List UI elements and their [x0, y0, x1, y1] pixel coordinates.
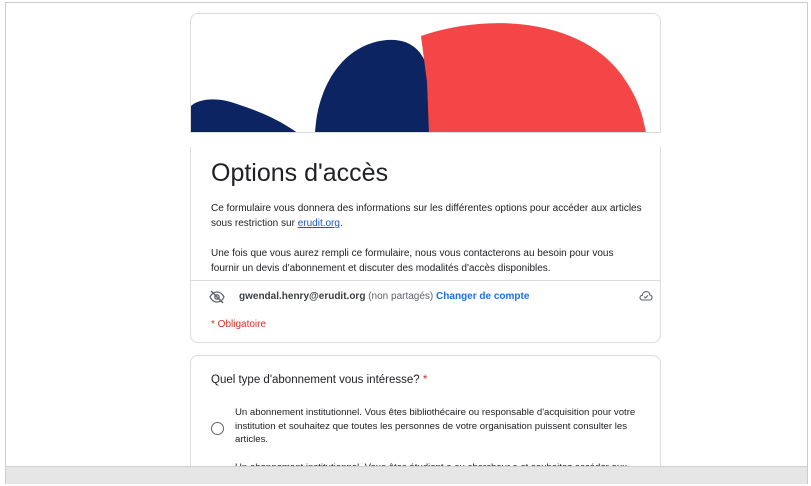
- question-title: Quel type d'abonnement vous intéresse? *: [211, 374, 428, 386]
- form-header-banner: [190, 13, 661, 133]
- cloud-check-icon: [639, 290, 653, 308]
- form-description: Ce formulaire vous donnera des informati…: [211, 201, 643, 291]
- description-paragraph-2: Une fois que vous aurez rempli ce formul…: [211, 248, 614, 274]
- window-bottom-bar: [6, 466, 807, 484]
- required-asterisk: *: [422, 374, 428, 386]
- eye-off-icon: [209, 290, 225, 310]
- account-row: gwendal.henry@erudit.org (non partagés) …: [209, 289, 653, 305]
- banner-artwork: [191, 23, 646, 132]
- form-intro-card: Options d'accès Ce formulaire vous donne…: [190, 147, 661, 343]
- radio-option-label: Un abonnement institutionnel. Vous êtes …: [235, 407, 636, 445]
- erudit-link[interactable]: erudit.org: [298, 218, 340, 229]
- account-email: gwendal.henry@erudit.org: [239, 291, 366, 302]
- question-card: Quel type d'abonnement vous intéresse? *…: [190, 355, 661, 484]
- browser-frame: Options d'accès Ce formulaire vous donne…: [5, 2, 808, 484]
- form-title: Options d'accès: [211, 159, 389, 187]
- account-info: gwendal.henry@erudit.org (non partagés) …: [239, 289, 529, 305]
- switch-account-link[interactable]: Changer de compte: [436, 291, 529, 302]
- required-note: * Obligatoire: [211, 319, 267, 330]
- divider: [191, 280, 660, 281]
- description-paragraph-1: Ce formulaire vous donnera des informati…: [211, 203, 642, 229]
- account-not-shared-note: (non partagés): [368, 291, 434, 302]
- radio-button[interactable]: [211, 422, 224, 435]
